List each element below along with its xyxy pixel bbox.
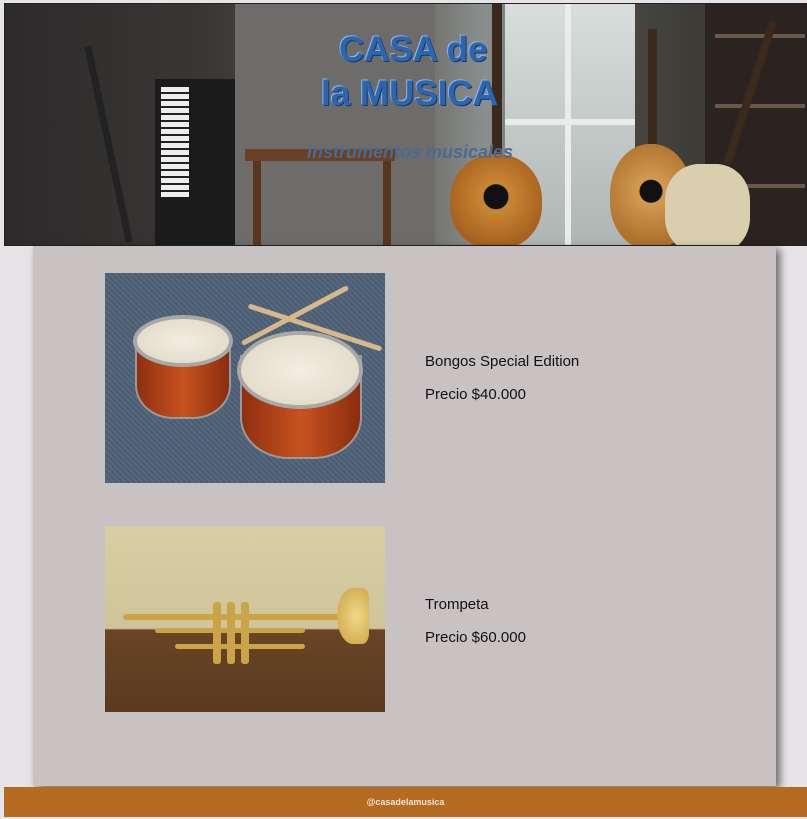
product-info: Bongos Special Edition Precio $40.000 <box>425 353 579 403</box>
site-tagline: instrumentos musicales <box>307 142 514 162</box>
product-info: Trompeta Precio $60.000 <box>425 596 526 646</box>
header-banner: CASA de la MUSICA instrumentos musicales <box>4 3 807 246</box>
footer-social-handle: @casadelamusica <box>366 797 445 807</box>
banner-keyboard <box>155 79 235 245</box>
site-title-line1: CASA de <box>339 30 488 69</box>
product-card: Bongos Special Edition Precio $40.000 <box>105 273 705 483</box>
product-price: Precio $40.000 <box>425 386 526 403</box>
product-card: Trompeta Precio $60.000 <box>105 526 705 712</box>
trumpet-photo <box>105 526 385 712</box>
site-title: CASA de la MUSICA <box>305 28 525 116</box>
footer: @casadelamusica <box>4 787 807 817</box>
product-list: Bongos Special Edition Precio $40.000 Tr… <box>33 246 776 786</box>
site-title-line2: la MUSICA <box>321 74 498 113</box>
product-price: Precio $60.000 <box>425 629 526 646</box>
product-name: Trompeta <box>425 596 489 613</box>
bongos-photo <box>105 273 385 483</box>
product-name: Bongos Special Edition <box>425 353 580 370</box>
